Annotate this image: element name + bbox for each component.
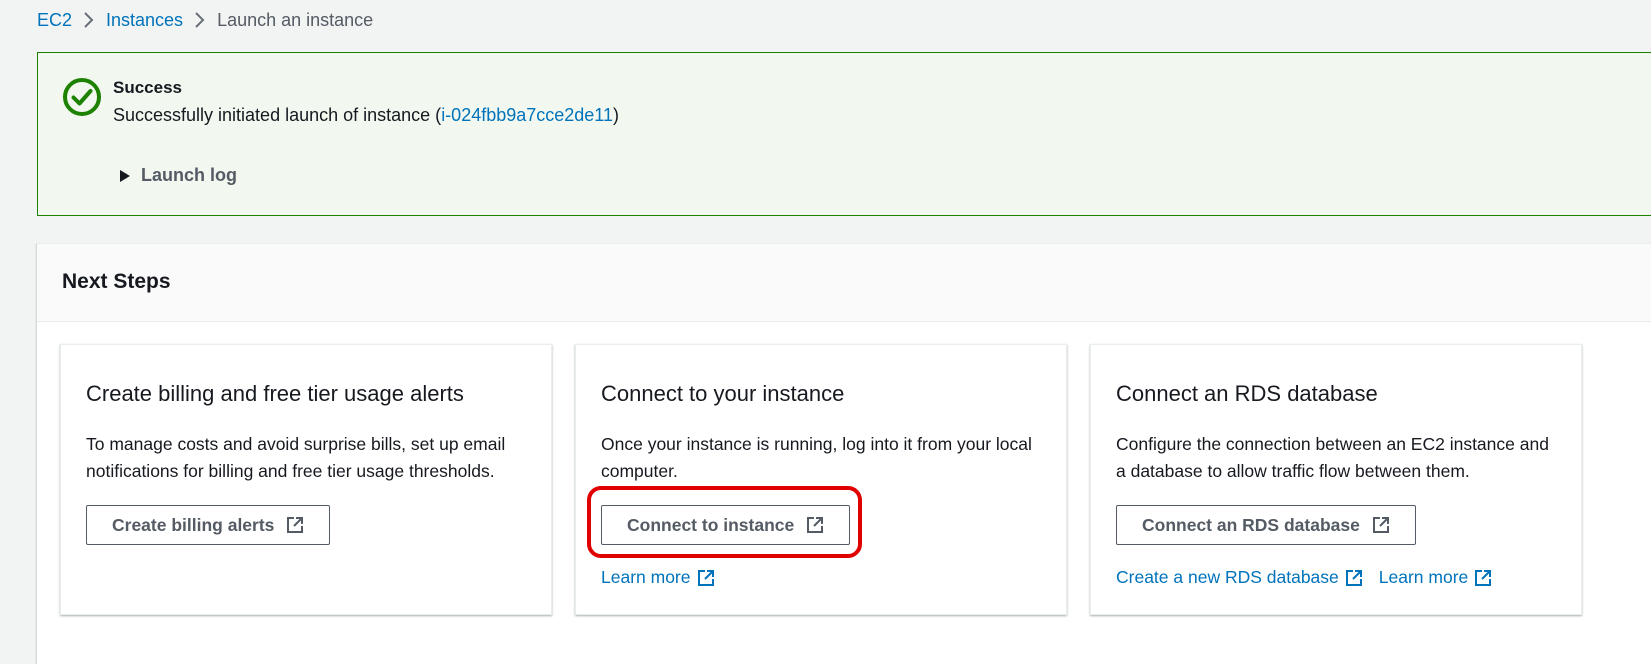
chevron-right-icon bbox=[183, 11, 217, 29]
card-links: Learn more bbox=[601, 567, 731, 588]
external-link-icon bbox=[1475, 569, 1492, 586]
breadcrumb-current: Launch an instance bbox=[217, 9, 374, 30]
external-link-icon bbox=[697, 569, 714, 586]
breadcrumb-ec2-link[interactable]: EC2 bbox=[37, 10, 72, 31]
link-label: Create a new RDS database bbox=[1116, 567, 1339, 587]
connect-instance-card: Connect to your instance Once your insta… bbox=[575, 344, 1067, 615]
success-alert: Success Successfully initiated launch of… bbox=[37, 52, 1651, 216]
instance-id-link[interactable]: i-024fbb9a7cce2de11 bbox=[441, 105, 613, 125]
card-links: Create a new RDS database Learn more bbox=[1116, 567, 1508, 588]
chevron-right-icon bbox=[72, 11, 106, 29]
card-description: Once your instance is running, log into … bbox=[601, 434, 1032, 481]
create-rds-database-link[interactable]: Create a new RDS database bbox=[1116, 567, 1363, 588]
alert-title: Success bbox=[113, 78, 182, 97]
learn-more-link[interactable]: Learn more bbox=[1379, 567, 1493, 588]
launch-log-toggle[interactable]: Launch log bbox=[119, 165, 237, 186]
check-circle-icon bbox=[63, 78, 101, 116]
button-label: Connect to instance bbox=[627, 514, 795, 535]
panel-header: Next Steps bbox=[37, 244, 1651, 322]
panel-title: Next Steps bbox=[62, 270, 171, 293]
card-title: Create billing and free tier usage alert… bbox=[86, 381, 464, 406]
alert-message-prefix: Successfully initiated launch of instanc… bbox=[113, 105, 442, 125]
breadcrumb-instances-link[interactable]: Instances bbox=[106, 10, 183, 31]
breadcrumb: EC2 Instances Launch an instance bbox=[37, 8, 373, 32]
learn-more-link[interactable]: Learn more bbox=[601, 567, 715, 588]
external-link-icon bbox=[807, 517, 824, 533]
billing-alerts-card: Create billing and free tier usage alert… bbox=[60, 344, 552, 615]
link-label: Learn more bbox=[601, 567, 691, 587]
next-steps-panel: Next Steps Create billing and free tier … bbox=[36, 243, 1651, 664]
card-description: Configure the connection between an EC2 … bbox=[1116, 434, 1549, 481]
button-label: Create billing alerts bbox=[112, 514, 275, 535]
external-link-icon bbox=[1372, 517, 1389, 533]
external-link-icon bbox=[1345, 569, 1362, 586]
alert-message-suffix: ) bbox=[613, 105, 619, 125]
card-description: To manage costs and avoid surprise bills… bbox=[86, 434, 506, 481]
launch-log-label: Launch log bbox=[141, 165, 237, 185]
external-link-icon bbox=[287, 517, 304, 533]
caret-right-icon bbox=[120, 169, 130, 182]
connect-rds-card: Connect an RDS database Configure the co… bbox=[1090, 344, 1582, 615]
button-label: Connect an RDS database bbox=[1142, 514, 1360, 535]
alert-message: Successfully initiated launch of instanc… bbox=[113, 105, 619, 126]
connect-rds-database-button[interactable]: Connect an RDS database bbox=[1116, 505, 1416, 545]
connect-to-instance-button[interactable]: Connect to instance bbox=[601, 505, 851, 545]
link-label: Learn more bbox=[1378, 567, 1469, 587]
create-billing-alerts-button[interactable]: Create billing alerts bbox=[86, 505, 331, 545]
card-title: Connect to your instance bbox=[601, 381, 845, 406]
card-title: Connect an RDS database bbox=[1116, 381, 1378, 406]
